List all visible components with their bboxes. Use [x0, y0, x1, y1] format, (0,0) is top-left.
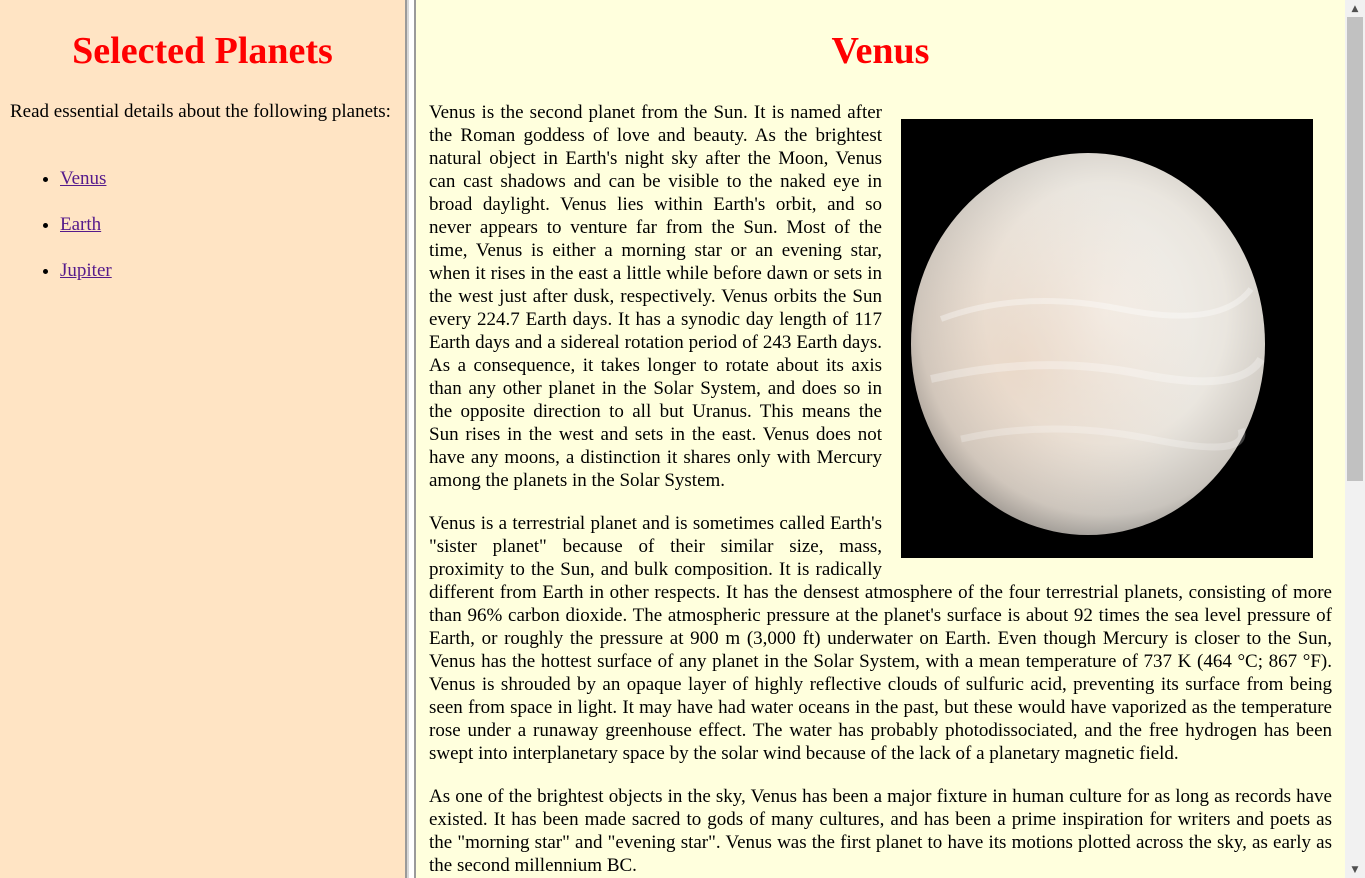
- link-earth[interactable]: Earth: [60, 214, 101, 235]
- planet-link-list: Venus Earth Jupiter: [0, 167, 112, 305]
- frame-divider[interactable]: [405, 0, 416, 878]
- page-title: Venus: [831, 30, 930, 72]
- link-venus[interactable]: Venus: [60, 168, 106, 189]
- paragraph-3: As one of the brightest objects in the s…: [429, 786, 1332, 876]
- list-item: Jupiter: [60, 259, 112, 282]
- sidebar-frame: Selected Planets Read essential details …: [0, 0, 405, 878]
- content-frame: Venus Venus is the second planet from th…: [416, 0, 1345, 878]
- vertical-scrollbar[interactable]: ▲ ▼: [1345, 0, 1365, 878]
- list-item: Venus: [60, 167, 112, 190]
- venus-image: [901, 119, 1313, 558]
- triangle-down-icon[interactable]: ▼: [1345, 861, 1365, 878]
- triangle-up-icon[interactable]: ▲: [1345, 0, 1365, 17]
- article-body: Venus is the second planet from the Sun.…: [429, 101, 1332, 878]
- sidebar-intro: Read essential details about the followi…: [10, 101, 391, 122]
- scrollbar-thumb[interactable]: [1347, 17, 1363, 481]
- sidebar-title: Selected Planets: [72, 30, 333, 72]
- list-item: Earth: [60, 213, 112, 236]
- link-jupiter[interactable]: Jupiter: [60, 260, 112, 281]
